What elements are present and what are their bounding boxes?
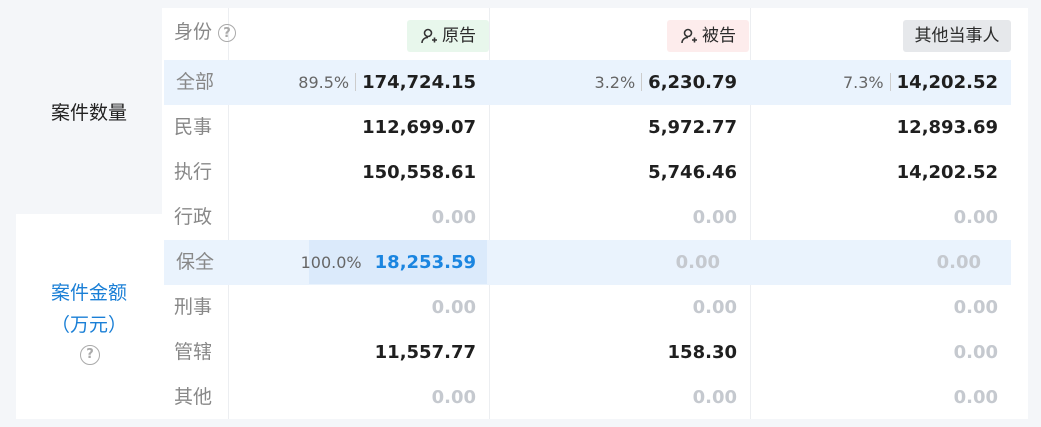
user-minus-icon bbox=[681, 28, 697, 44]
other-party-badge: 其他当事人 bbox=[903, 20, 1011, 52]
row-label: 全部 bbox=[176, 71, 215, 93]
plaintiff-value[interactable]: 0.00 bbox=[432, 375, 476, 420]
defendant-value[interactable]: 5,972.77 bbox=[648, 105, 737, 150]
row-label: 管辖 bbox=[174, 341, 213, 363]
table-row[interactable]: 保全 100.0% 18,253.59 0.00 0.00 bbox=[164, 240, 1011, 285]
other-value[interactable]: 12,893.69 bbox=[897, 105, 998, 150]
defendant-value[interactable]: 0.00 bbox=[693, 375, 737, 420]
plaintiff-value[interactable]: 0.00 bbox=[432, 195, 476, 240]
other-value[interactable]: 0.00 bbox=[954, 375, 998, 420]
question-circle-icon[interactable]: ? bbox=[218, 24, 237, 42]
table-row[interactable]: 其他 0.00 0.00 0.00 bbox=[162, 375, 1028, 420]
question-circle-icon[interactable]: ? bbox=[80, 345, 100, 365]
table-row[interactable]: 民事 112,699.07 5,972.77 12,893.69 bbox=[162, 105, 1028, 150]
other-value[interactable]: 0.00 bbox=[954, 285, 998, 330]
row-label: 执行 bbox=[174, 161, 213, 183]
case-amount-label: 案件金额 bbox=[50, 282, 127, 304]
table-row[interactable]: 行政 0.00 0.00 0.00 bbox=[162, 195, 1028, 240]
other-value[interactable]: 0.00 bbox=[954, 195, 998, 240]
defendant-value[interactable]: 0.00 bbox=[693, 285, 737, 330]
plaintiff-badge: 原告 bbox=[407, 20, 489, 52]
case-amount-tab[interactable]: 案件金额 （万元） ? bbox=[16, 214, 162, 419]
other-value[interactable]: 0.00 bbox=[954, 330, 998, 375]
defendant-value[interactable]: 5,746.46 bbox=[648, 150, 737, 195]
left-panel: 案件数量 案件金额 （万元） ? bbox=[16, 8, 162, 419]
defendant-value[interactable]: 0.00 bbox=[693, 195, 737, 240]
other-value[interactable]: 14,202.52 bbox=[897, 150, 998, 195]
table-row[interactable]: 执行 150,558.61 5,746.46 14,202.52 bbox=[162, 150, 1028, 195]
case-amount-unit: （万元） bbox=[50, 314, 127, 336]
defendant-value[interactable]: 158.30 bbox=[668, 330, 737, 375]
row-label: 其他 bbox=[174, 386, 213, 408]
table-row[interactable]: 全部 89.5% 174,724.15 3.2% 6,230.79 7.3% 14,2… bbox=[164, 60, 1011, 105]
other-value[interactable]: 7.3% 14,202.52 bbox=[843, 60, 998, 105]
identity-label: 身份 bbox=[174, 21, 213, 43]
plaintiff-value[interactable]: 150,558.61 bbox=[362, 150, 476, 195]
plaintiff-value[interactable]: 0.00 bbox=[432, 285, 476, 330]
user-plus-icon bbox=[421, 28, 437, 44]
plaintiff-value[interactable]: 112,699.07 bbox=[362, 105, 476, 150]
plaintiff-value[interactable]: 11,557.77 bbox=[375, 330, 476, 375]
defendant-value[interactable]: 0.00 bbox=[676, 240, 720, 285]
stats-table: 身份 ? 原告 被告 其他当事人 全部 89.5% 174,724.15 3.2%… bbox=[162, 8, 1028, 419]
row-label: 民事 bbox=[174, 116, 213, 138]
other-value[interactable]: 0.00 bbox=[937, 240, 981, 285]
plaintiff-value[interactable]: 100.0% 18,253.59 bbox=[301, 240, 476, 285]
case-count-label: 案件数量 bbox=[50, 101, 127, 124]
row-label: 行政 bbox=[174, 206, 213, 228]
header-row: 身份 ? 原告 被告 其他当事人 bbox=[162, 10, 1028, 55]
table-row[interactable]: 管辖 11,557.77 158.30 0.00 bbox=[162, 330, 1028, 375]
defendant-badge: 被告 bbox=[667, 20, 749, 52]
row-label: 刑事 bbox=[174, 296, 213, 318]
case-count-tab[interactable]: 案件数量 bbox=[16, 8, 162, 214]
plaintiff-value[interactable]: 89.5% 174,724.15 bbox=[298, 60, 476, 105]
row-label: 保全 bbox=[176, 251, 215, 273]
defendant-value[interactable]: 3.2% 6,230.79 bbox=[595, 60, 737, 105]
table-row[interactable]: 刑事 0.00 0.00 0.00 bbox=[162, 285, 1028, 330]
